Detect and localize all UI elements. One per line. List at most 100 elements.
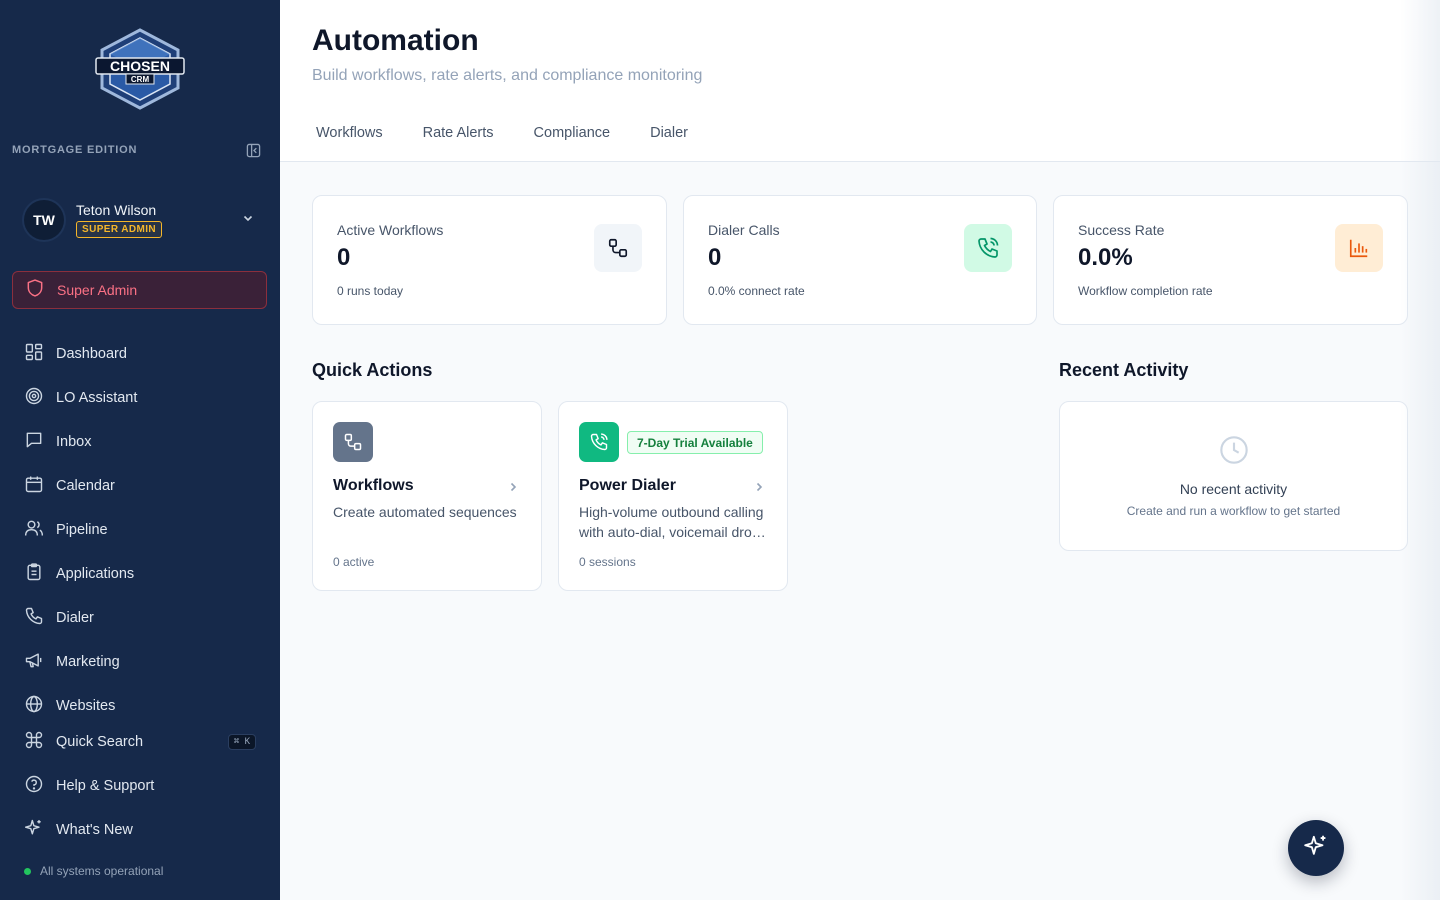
calendar-icon [24, 474, 44, 499]
nav-label: Dashboard [56, 346, 127, 362]
quick-action-meta: 0 active [333, 555, 375, 569]
role-badge: SUPER ADMIN [76, 221, 163, 238]
stat-subtext: Workflow completion rate [1078, 284, 1213, 298]
nav-label: Pipeline [56, 522, 108, 538]
empty-state-subtitle: Create and run a workflow to get started [1126, 504, 1341, 518]
user-name: Teton Wilson [76, 202, 157, 218]
help-support-button[interactable]: Help & Support [12, 764, 268, 808]
tab-bar: Workflows Rate Alerts Compliance Dialer [312, 116, 724, 162]
ai-assistant-button[interactable] [1288, 820, 1344, 876]
nav-label: Quick Search [56, 734, 144, 750]
nav-item-dashboard[interactable]: Dashboard [12, 332, 268, 376]
users-icon [24, 518, 44, 543]
nav-item-calendar[interactable]: Calendar [12, 464, 268, 508]
brand-logo[interactable]: CHOSEN CRM [94, 28, 186, 110]
stat-card-dialer-calls: Dialer Calls 0 0.0% connect rate [683, 195, 1037, 325]
stat-label: Dialer Calls [708, 222, 780, 238]
stat-value: 0 [337, 244, 351, 271]
empty-state-title: No recent activity [1179, 481, 1288, 497]
bottom-nav: Quick Search ⌘ K Help & Support What's N… [12, 720, 268, 852]
super-admin-button[interactable]: Super Admin [12, 271, 267, 309]
quick-action-description: High-volume outbound calling with auto-d… [579, 504, 764, 540]
nav-label: Dialer [56, 610, 94, 626]
stat-label: Success Rate [1078, 222, 1165, 238]
stat-subtext: 0 runs today [337, 284, 404, 298]
chevron-right-icon [753, 480, 765, 498]
phone-call-icon [579, 422, 619, 462]
quick-action-power-dialer[interactable]: 7-Day Trial Available Power Dialer High-… [558, 401, 788, 591]
nav-label: Calendar [56, 478, 115, 494]
nav-label: LO Assistant [56, 390, 138, 406]
sparkles-icon [1303, 833, 1329, 864]
super-admin-label: Super Admin [57, 282, 138, 298]
nav-label: Inbox [56, 434, 92, 450]
command-icon [24, 730, 44, 755]
nav-label: Marketing [56, 654, 120, 670]
page-title: Automation [312, 24, 479, 57]
recent-activity-panel: No recent activity Create and run a work… [1059, 401, 1408, 551]
main-nav: Dashboard LO Assistant Inbox Calendar Pi… [12, 332, 268, 728]
whats-new-button[interactable]: What's New [12, 808, 268, 852]
status-dot-icon [24, 867, 31, 875]
stat-value: 0 [708, 244, 722, 271]
message-icon [24, 430, 44, 455]
shortcut-badge: ⌘ K [227, 734, 256, 750]
workflow-icon [594, 224, 642, 272]
chevron-down-icon [242, 211, 254, 229]
collapse-sidebar-icon[interactable] [244, 141, 262, 159]
recent-activity-title: Recent Activity [1059, 360, 1189, 380]
nav-item-dialer[interactable]: Dialer [12, 596, 268, 640]
shield-icon [25, 278, 45, 303]
edition-label: MORTGAGE EDITION [12, 144, 138, 156]
trial-badge: 7-Day Trial Available [627, 431, 763, 454]
quick-action-workflows[interactable]: Workflows Create automated sequences 0 a… [312, 401, 542, 591]
quick-action-title: Power Dialer [579, 477, 676, 494]
tab-compliance[interactable]: Compliance [530, 116, 615, 162]
chevron-right-icon [507, 480, 519, 498]
help-icon [24, 774, 44, 799]
tab-dialer[interactable]: Dialer [646, 116, 692, 162]
quick-actions-title: Quick Actions [312, 360, 433, 380]
globe-icon [24, 694, 44, 719]
phone-icon [24, 606, 44, 631]
tab-rate-alerts[interactable]: Rate Alerts [419, 116, 498, 162]
megaphone-icon [24, 650, 44, 675]
page-header: Automation Build workflows, rate alerts,… [280, 0, 1440, 162]
quick-action-description: Create automated sequences [333, 504, 517, 520]
clock-icon [1218, 434, 1250, 471]
quick-action-title: Workflows [333, 477, 414, 494]
nav-item-marketing[interactable]: Marketing [12, 640, 268, 684]
stat-value: 0.0% [1078, 244, 1133, 271]
nav-item-inbox[interactable]: Inbox [12, 420, 268, 464]
quick-search-button[interactable]: Quick Search ⌘ K [12, 720, 268, 764]
nav-label: Applications [56, 566, 135, 582]
nav-label: Websites [56, 698, 116, 714]
phone-call-icon [964, 224, 1012, 272]
target-icon [24, 386, 44, 411]
avatar: TW [24, 200, 64, 240]
main-content: Automation Build workflows, rate alerts,… [280, 0, 1440, 900]
stat-subtext: 0.0% connect rate [708, 284, 805, 298]
sparkles-icon [24, 818, 44, 843]
nav-item-lo-assistant[interactable]: LO Assistant [12, 376, 268, 420]
tab-workflows[interactable]: Workflows [312, 116, 387, 162]
quick-action-meta: 0 sessions [579, 555, 636, 569]
nav-label: What's New [56, 822, 133, 838]
user-menu[interactable]: TW Teton Wilson SUPER ADMIN [12, 190, 268, 250]
nav-label: Help & Support [56, 778, 155, 794]
stat-card-active-workflows: Active Workflows 0 0 runs today [312, 195, 667, 325]
svg-text:CRM: CRM [131, 75, 150, 84]
nav-item-pipeline[interactable]: Pipeline [12, 508, 268, 552]
page-subtitle: Build workflows, rate alerts, and compli… [312, 67, 703, 84]
system-status: All systems operational [24, 864, 163, 878]
nav-item-applications[interactable]: Applications [12, 552, 268, 596]
stat-card-success-rate: Success Rate 0.0% Workflow completion ra… [1053, 195, 1408, 325]
workflow-icon [333, 422, 373, 462]
clipboard-icon [24, 562, 44, 587]
bar-chart-icon [1335, 224, 1383, 272]
dashboard-icon [24, 342, 44, 367]
svg-text:CHOSEN: CHOSEN [110, 58, 170, 74]
status-text: All systems operational [40, 864, 164, 878]
stat-label: Active Workflows [337, 222, 444, 238]
sidebar: CHOSEN CRM MORTGAGE EDITION TW Teton Wil… [0, 0, 280, 900]
